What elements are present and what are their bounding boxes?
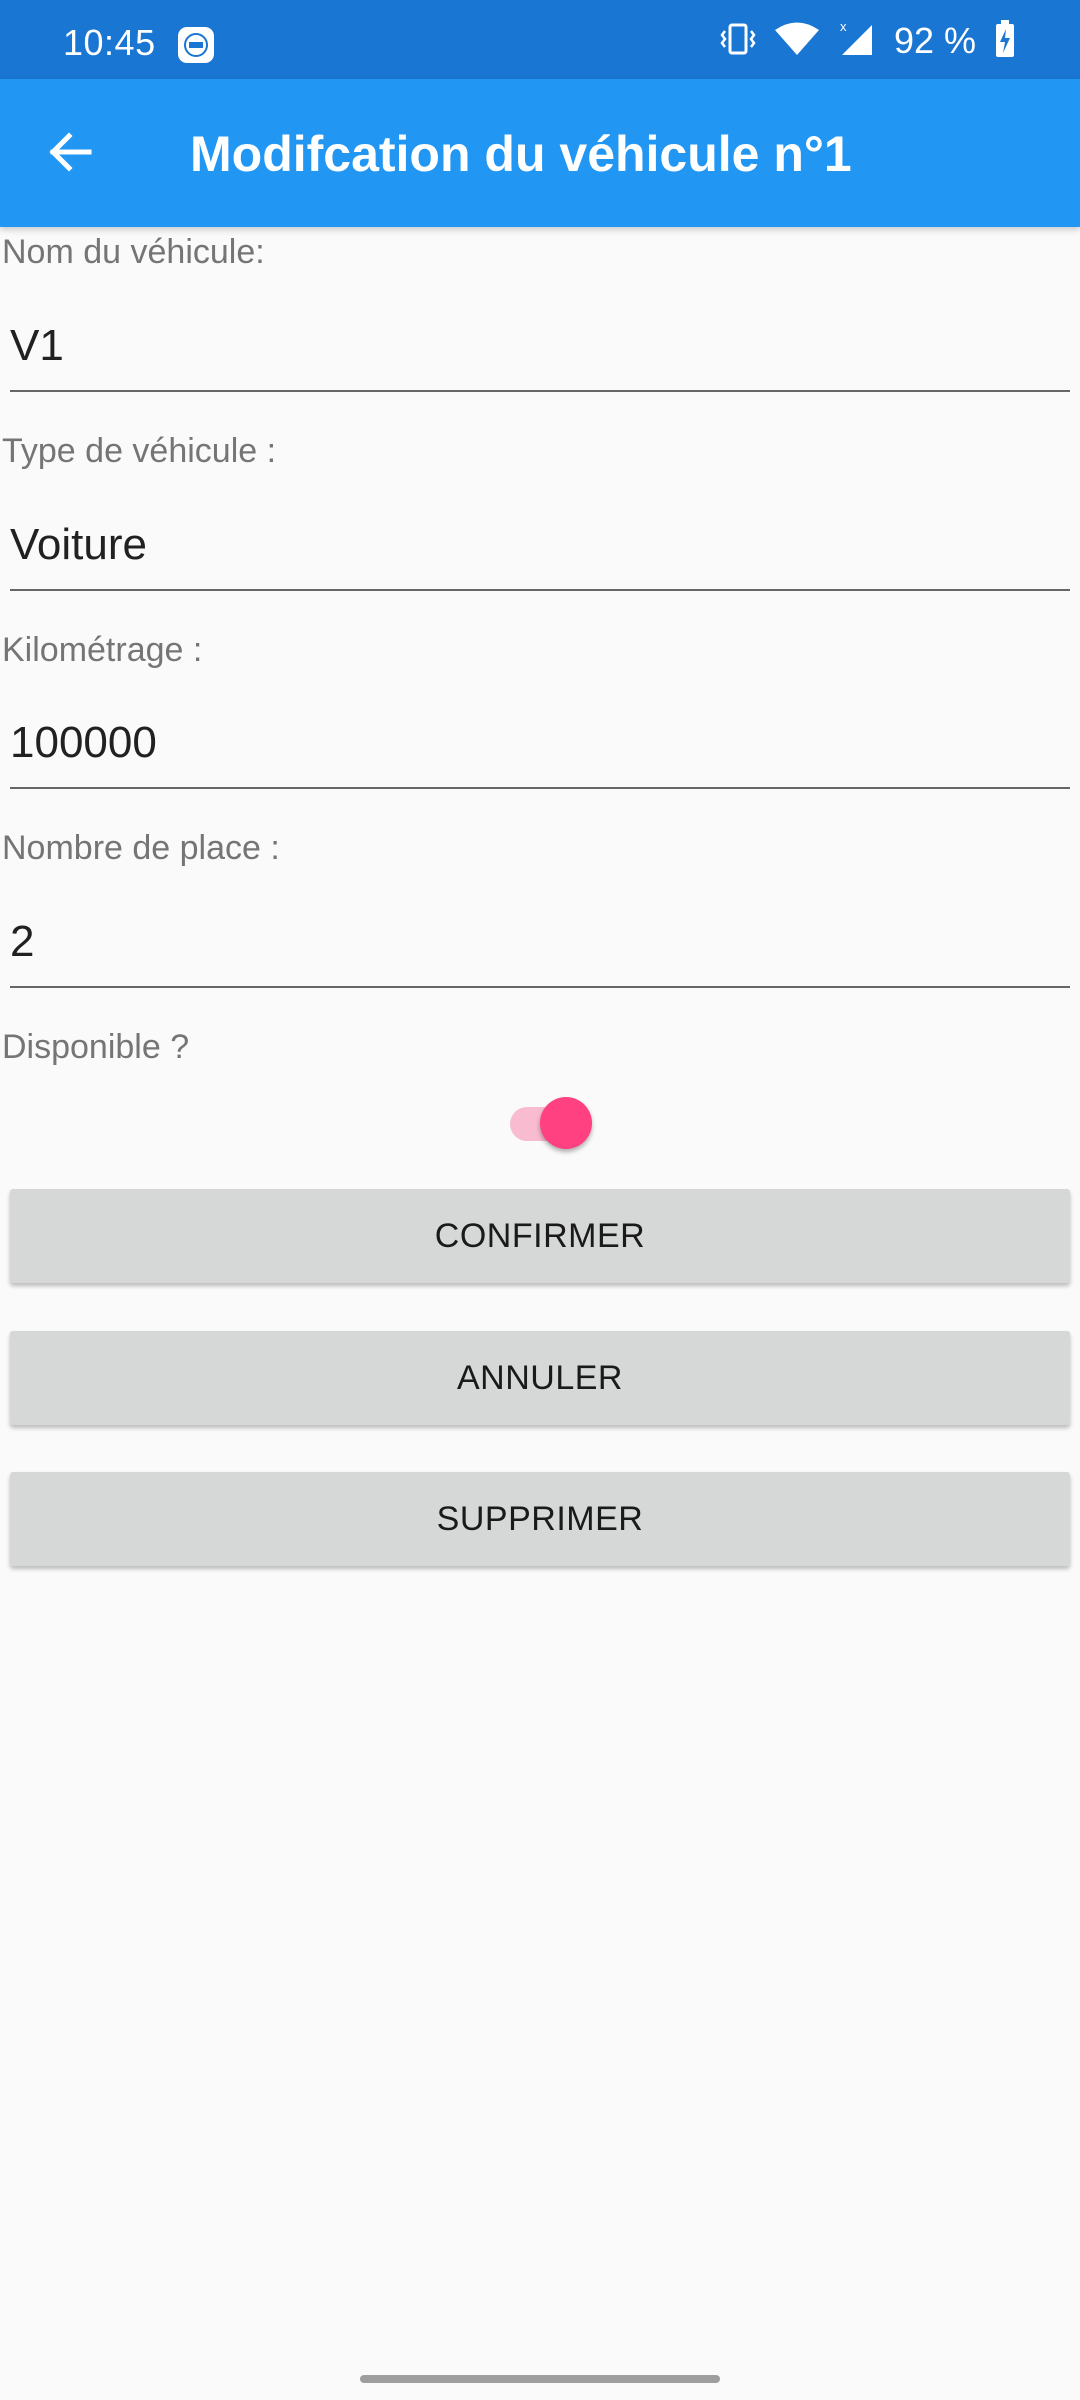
switch-thumb: [540, 1097, 592, 1149]
battery-charging-icon: [994, 19, 1016, 64]
seats-label: Nombre de place :: [2, 829, 280, 867]
available-label: Disponible ?: [2, 1028, 190, 1066]
available-switch[interactable]: [510, 1092, 594, 1152]
battery-percent: 92 %: [893, 20, 976, 61]
status-bar: 10:45 x 92 %: [0, 0, 1080, 79]
svg-text:x: x: [840, 19, 847, 34]
arrow-left-icon: [47, 129, 93, 180]
seats-input[interactable]: [10, 908, 1070, 988]
vehicle-type-label: Type de véhicule :: [2, 432, 277, 470]
wifi-icon: [774, 21, 820, 62]
status-time: 10:45: [63, 22, 156, 63]
mileage-label: Kilométrage :: [2, 631, 203, 669]
cell-signal-icon: x: [838, 19, 876, 64]
status-icons: x 92 %: [720, 18, 1016, 64]
cancel-button[interactable]: ANNULER: [10, 1331, 1070, 1425]
app-notification-icon: [176, 25, 216, 65]
mileage-input[interactable]: [10, 709, 1070, 789]
vehicle-type-input[interactable]: [10, 511, 1070, 591]
app-bar: Modifcation du véhicule n°1: [0, 79, 1080, 227]
vibrate-icon: [720, 19, 756, 64]
page-title: Modifcation du véhicule n°1: [190, 126, 852, 182]
back-button[interactable]: [30, 119, 110, 189]
delete-button[interactable]: SUPPRIMER: [10, 1472, 1070, 1566]
home-indicator[interactable]: [360, 2375, 720, 2383]
vehicle-name-input[interactable]: [10, 312, 1070, 392]
confirm-button[interactable]: CONFIRMER: [10, 1189, 1070, 1283]
vehicle-name-label: Nom du véhicule:: [2, 233, 265, 271]
